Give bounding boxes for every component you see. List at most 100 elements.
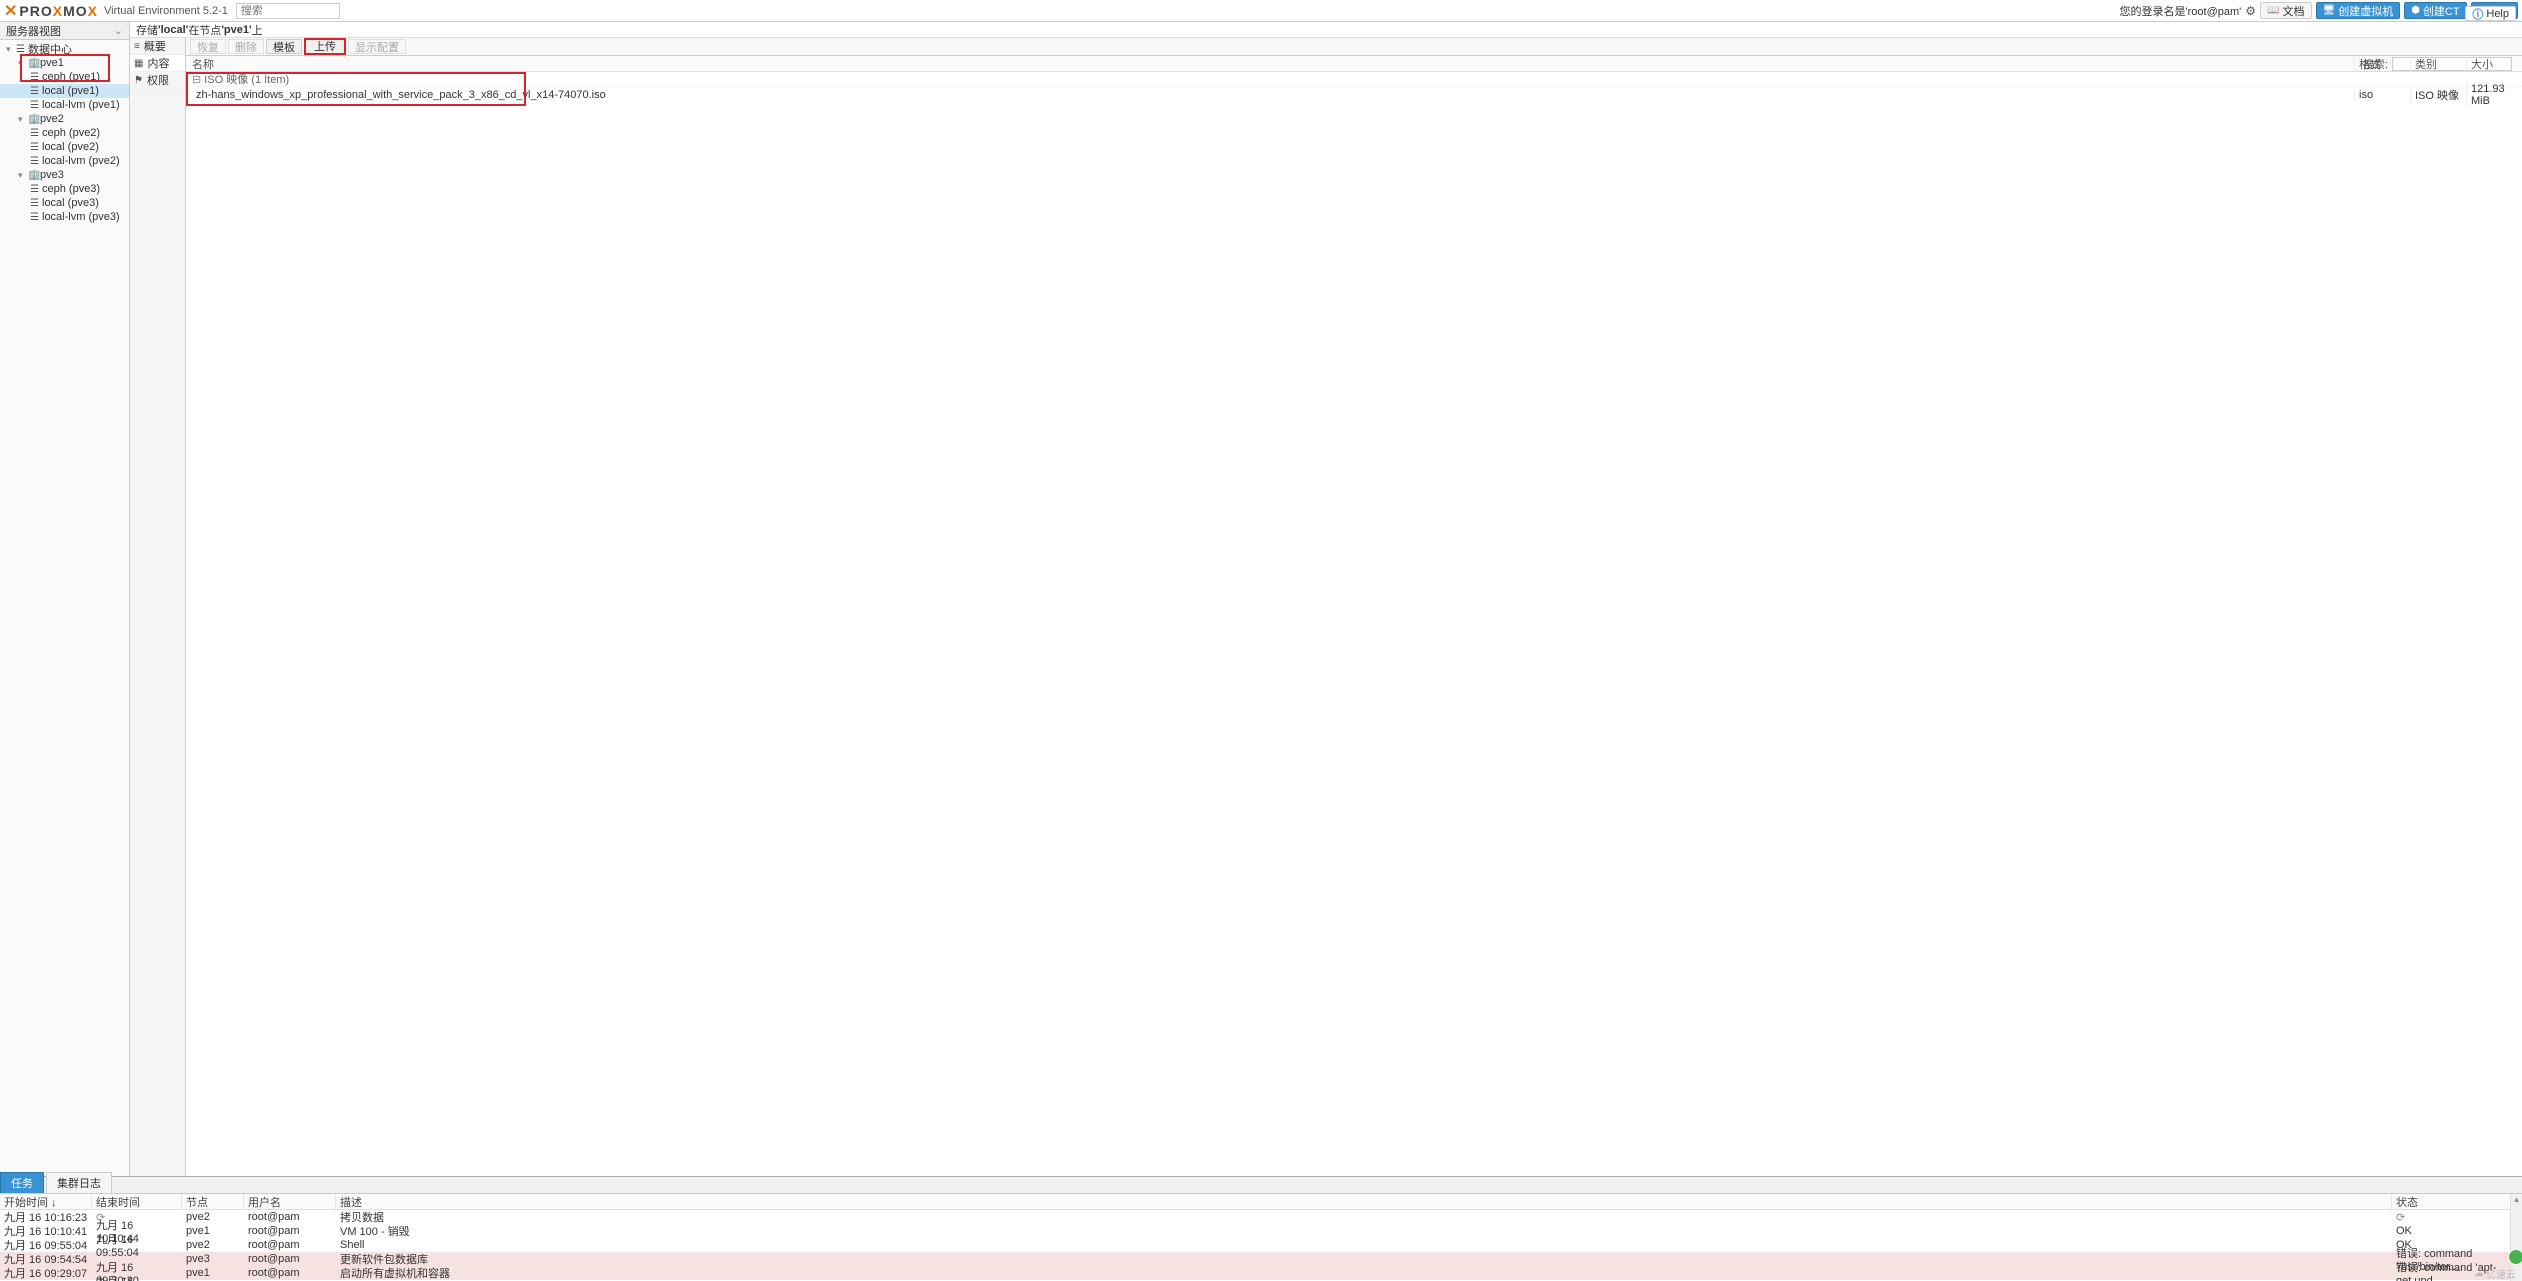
- collapse-icon[interactable]: ▾: [18, 58, 28, 69]
- log-cell-desc: Shell: [336, 1238, 2392, 1252]
- tree-node-pve3[interactable]: ▾🏢pve3: [0, 168, 129, 182]
- subnav-label: 内容: [147, 55, 169, 71]
- cell-format: iso: [2354, 89, 2410, 101]
- book-icon: 📖: [2267, 5, 2279, 16]
- chevron-down-icon[interactable]: ⌄: [114, 24, 123, 37]
- ct-prefix: 存储: [136, 22, 158, 38]
- tree-storage-item[interactable]: ☰ceph (pve2): [0, 126, 129, 140]
- storage-icon: ☰: [30, 100, 42, 111]
- create-vm-button[interactable]: 🖥创建虚拟机: [2316, 2, 2401, 19]
- tree-storage-item[interactable]: ☰local (pve2): [0, 140, 129, 154]
- scroll-up-icon[interactable]: ▴: [2514, 1194, 2519, 1205]
- template-button[interactable]: 模板: [266, 39, 302, 54]
- tree-pane: 服务器视图 ⌄ ▾ ☰ 数据中心 ▾🏢pve1☰ceph (pve1)☰loca…: [0, 22, 130, 1176]
- ct-suffix: 上: [252, 22, 263, 38]
- col-size-header[interactable]: 大小: [2466, 56, 2522, 72]
- table-row[interactable]: zh-hans_windows_xp_professional_with_ser…: [186, 87, 2522, 103]
- log-cell-node: pve1: [182, 1266, 244, 1280]
- collapse-icon[interactable]: ▾: [18, 170, 28, 181]
- log-row[interactable]: 九月 16 09:29:07九月 16 09:30:30pve1root@pam…: [0, 1266, 2510, 1280]
- collapse-icon[interactable]: ▾: [6, 44, 16, 55]
- log-cell-node: pve1: [182, 1224, 244, 1238]
- log-row[interactable]: 九月 16 09:55:04九月 16 09:55:04pve2root@pam…: [0, 1238, 2510, 1252]
- collapse-icon[interactable]: ▾: [18, 114, 28, 125]
- collapse-icon[interactable]: ⊟: [192, 73, 201, 86]
- logo-text-left: PRO: [19, 3, 52, 19]
- tree-body: ▾ ☰ 数据中心 ▾🏢pve1☰ceph (pve1)☰local (pve1)…: [0, 40, 129, 1176]
- subnav-item-概要[interactable]: ≡概要: [130, 38, 185, 55]
- tab-cluster-log[interactable]: 集群日志: [46, 1172, 112, 1193]
- col-format-header[interactable]: 格式: [2354, 56, 2410, 72]
- docs-button[interactable]: 📖文档: [2260, 2, 2311, 19]
- tree-header[interactable]: 服务器视图 ⌄: [0, 22, 129, 40]
- log-col-node[interactable]: 节点: [182, 1194, 244, 1209]
- storage-icon: ☰: [30, 72, 42, 83]
- help-button[interactable]: ⓘHelp: [2465, 6, 2516, 21]
- log-cell-status: OK: [2392, 1224, 2510, 1238]
- global-search-input[interactable]: [236, 3, 340, 19]
- log-row[interactable]: 九月 16 09:54:54pve3root@pam更新软件包数据库错误: co…: [0, 1252, 2510, 1266]
- log-cell-node: pve2: [182, 1238, 244, 1252]
- log-rows: 九月 16 10:16:23⟳pve2root@pam拷贝数据⟳九月 16 10…: [0, 1210, 2510, 1281]
- restore-button[interactable]: 恢复: [190, 39, 226, 54]
- node-label: pve1: [40, 57, 64, 69]
- logo: ✕ PROXMOX: [4, 1, 98, 21]
- log-cell-desc: 拷贝数据: [336, 1210, 2392, 1224]
- cell-size: 121.93 MiB: [2466, 83, 2522, 107]
- cube-icon: ⬢: [2411, 5, 2420, 16]
- content-pane: 存储 'local' 在节点 'pve1' 上 ⓘHelp ≡概要▦内容⚑权限 …: [130, 22, 2522, 1176]
- log-cell-user: root@pam: [244, 1238, 336, 1252]
- tree-node-pve1[interactable]: ▾🏢pve1: [0, 56, 129, 70]
- server-icon: ☰: [16, 44, 28, 55]
- tree-node-pve2[interactable]: ▾🏢pve2: [0, 112, 129, 126]
- tree-storage-item[interactable]: ☰ceph (pve1): [0, 70, 129, 84]
- building-icon: 🏢: [28, 58, 40, 69]
- subnav-icon: ⚑: [134, 75, 143, 86]
- tree-storage-item[interactable]: ☰local-lvm (pve1): [0, 98, 129, 112]
- cell-name: zh-hans_windows_xp_professional_with_ser…: [186, 89, 2354, 101]
- create-ct-button[interactable]: ⬢创建CT: [2404, 2, 2466, 19]
- log-cell-user: root@pam: [244, 1210, 336, 1224]
- watermark: ☁亿速云: [2474, 1266, 2516, 1281]
- log-cell-desc: 更新软件包数据库: [336, 1252, 2392, 1266]
- tab-tasks[interactable]: 任务: [0, 1172, 44, 1193]
- log-header-row: 开始时间 ↓ 结束时间 节点 用户名 描述 状态: [0, 1194, 2510, 1210]
- tree-storage-item[interactable]: ☰ceph (pve3): [0, 182, 129, 196]
- log-col-user[interactable]: 用户名: [244, 1194, 336, 1209]
- log-row[interactable]: 九月 16 10:16:23⟳pve2root@pam拷贝数据⟳: [0, 1210, 2510, 1224]
- node-label: pve2: [40, 113, 64, 125]
- iso-group-row[interactable]: ⊟ ISO 映像 (1 Item): [186, 72, 2522, 87]
- log-tabs: 任务 集群日志: [0, 1177, 2522, 1194]
- ct-storage-name: 'local': [158, 24, 188, 36]
- show-config-button[interactable]: 显示配置: [348, 39, 406, 54]
- storage-icon: ☰: [30, 156, 42, 167]
- log-col-status[interactable]: 状态: [2392, 1194, 2510, 1209]
- log-col-start[interactable]: 开始时间 ↓: [0, 1194, 92, 1209]
- log-cell-desc: 启动所有虚拟机和容器: [336, 1266, 2392, 1280]
- version-label: Virtual Environment 5.2-1: [104, 5, 228, 17]
- col-name-header[interactable]: 名称: [186, 56, 2363, 72]
- log-col-desc[interactable]: 描述: [336, 1194, 2392, 1209]
- subnav-item-内容[interactable]: ▦内容: [130, 55, 185, 72]
- gear-icon[interactable]: ⚙: [2245, 4, 2256, 18]
- tree-storage-item[interactable]: ☰local-lvm (pve2): [0, 154, 129, 168]
- log-col-end[interactable]: 结束时间: [92, 1194, 182, 1209]
- help-icon: ⓘ: [2472, 6, 2483, 22]
- storage-icon: ☰: [30, 128, 42, 139]
- table-header-search: 名称 搜索:: [186, 56, 2522, 72]
- log-row[interactable]: 九月 16 10:10:41九月 16 10:10:44pve1root@pam…: [0, 1224, 2510, 1238]
- subnav-icon: ≡: [134, 41, 140, 52]
- storage-icon: ☰: [30, 86, 42, 97]
- top-header: ✕ PROXMOX Virtual Environment 5.2-1 您的登录…: [0, 0, 2522, 22]
- subnav-item-权限[interactable]: ⚑权限: [130, 72, 185, 89]
- storage-label: local-lvm (pve3): [42, 211, 120, 223]
- tree-storage-item[interactable]: ☰local-lvm (pve3): [0, 210, 129, 224]
- upload-button[interactable]: 上传: [304, 38, 346, 55]
- tree-storage-item[interactable]: ☰local (pve1): [0, 84, 129, 98]
- help-label: Help: [2486, 8, 2509, 20]
- col-type-header[interactable]: 类别: [2410, 56, 2466, 72]
- tree-storage-item[interactable]: ☰local (pve3): [0, 196, 129, 210]
- storage-label: local (pve1): [42, 85, 99, 97]
- tree-datacenter[interactable]: ▾ ☰ 数据中心: [0, 42, 129, 56]
- delete-button[interactable]: 删除: [228, 39, 264, 54]
